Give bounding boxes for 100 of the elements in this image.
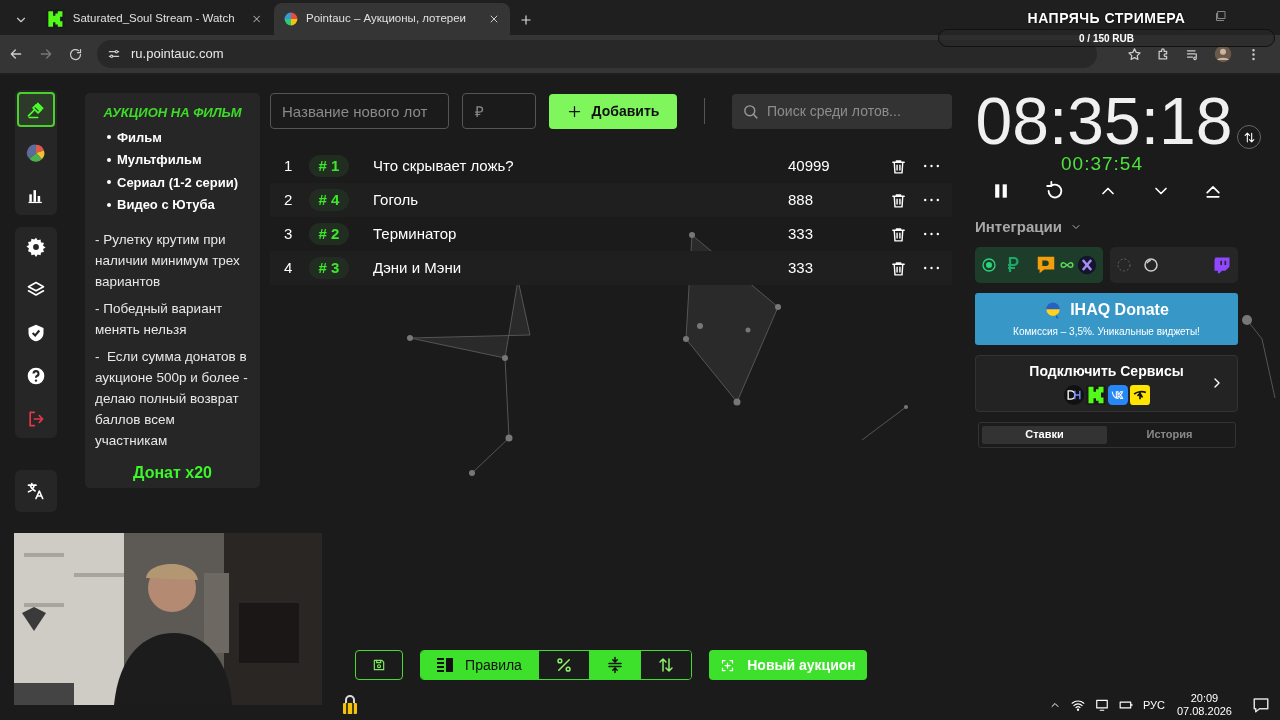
lot-position: 2	[283, 189, 294, 210]
trash-icon	[889, 259, 907, 277]
ruble-icon[interactable]	[1007, 257, 1019, 272]
more-button[interactable]	[921, 232, 941, 236]
radio-on-icon[interactable]	[981, 256, 997, 273]
lot-row[interactable]: 4 # 3 Дэни и Мэни 333	[270, 251, 952, 285]
lot-tag: # 2	[309, 223, 349, 245]
display-icon[interactable]	[1094, 698, 1109, 712]
more-button[interactable]	[921, 164, 941, 168]
lot-name: Что скрывает ложь?	[373, 155, 515, 176]
bird-logo-icon[interactable]	[1129, 385, 1150, 405]
elapsed-timer: 00:37:54	[1061, 154, 1143, 174]
browser-tab[interactable]: Pointauc – Аукционы, лотереи	[274, 3, 510, 35]
settings-icon[interactable]	[26, 236, 46, 257]
history-tab[interactable]: История	[1107, 425, 1232, 444]
translate-icon[interactable]	[26, 481, 46, 501]
percent-icon[interactable]	[555, 656, 573, 674]
clock-date: 07.08.2026	[1176, 705, 1232, 718]
vk-logo-icon[interactable]	[1107, 385, 1128, 405]
rules-list-item: Видео с Ютуба	[117, 196, 215, 214]
compress-icon[interactable]	[606, 656, 624, 674]
url-text: ru.pointauc.com	[131, 45, 224, 64]
language-indicator: РУС	[1142, 697, 1165, 713]
trash-icon	[889, 191, 907, 209]
lot-position: 3	[283, 223, 294, 244]
gavel-icon[interactable]	[26, 99, 46, 120]
lock-app-icon[interactable]	[342, 695, 358, 715]
more-icon	[923, 232, 939, 236]
sort-arrows-icon[interactable]	[657, 656, 675, 674]
lot-amount: 333	[788, 223, 815, 244]
restore-window-icon[interactable]	[1215, 10, 1227, 22]
main-timer: 08:35:18	[975, 88, 1233, 154]
rules-toggle-button[interactable]: Правила	[421, 651, 538, 679]
rules-title: АУКЦИОН НА ФИЛЬМ	[102, 104, 243, 122]
more-icon	[923, 164, 939, 168]
rules-list-item: Мультфильм	[117, 151, 202, 169]
wheel-icon	[284, 12, 298, 26]
lot-position: 1	[283, 155, 294, 176]
add-button[interactable]: Добавить	[549, 93, 677, 129]
shield-icon[interactable]	[26, 322, 46, 343]
lot-amount: 888	[788, 189, 815, 210]
pie-chart-icon[interactable]	[26, 142, 46, 163]
radio-off-icon[interactable]	[1116, 256, 1132, 273]
lot-amount: 40999	[788, 155, 831, 176]
connect-services-button[interactable]: Подключить Сервисы	[975, 354, 1238, 412]
amount-field[interactable]: ₽	[462, 93, 536, 129]
rules-paragraph: - Победный вариант менять нельзя	[95, 299, 224, 339]
lot-tag: # 1	[309, 155, 349, 177]
integration-group[interactable]	[1110, 246, 1238, 283]
rules-list-item: Фильм	[117, 128, 162, 147]
save-button[interactable]	[355, 650, 403, 680]
close-icon[interactable]	[250, 13, 262, 25]
more-button[interactable]	[921, 266, 941, 270]
lot-position: 4	[283, 257, 294, 278]
compress-toggle-button[interactable]	[589, 651, 640, 679]
browser-tab[interactable]: Saturated_Soul Stream - Watch	[36, 3, 272, 35]
rules-paragraph: - Если сумма донатов в аукционе 500р и более - делаю полный возврат баллов всем участникам	[95, 347, 249, 450]
lot-row[interactable]: 3 # 2 Терминатор 333	[270, 217, 952, 251]
rules-footer: Донат x20	[95, 460, 250, 485]
tab-title: Saturated_Soul Stream - Watch	[72, 11, 235, 27]
clock-time: 20:09	[1190, 692, 1219, 705]
more-icon	[923, 266, 939, 270]
kick-logo-icon[interactable]	[1085, 385, 1106, 405]
kick-logo-icon[interactable]	[46, 9, 65, 29]
lot-name: Терминатор	[373, 223, 458, 244]
site-info-icon[interactable]	[107, 47, 121, 61]
reload-icon[interactable]	[68, 46, 83, 62]
sidebar-button[interactable]	[17, 92, 55, 127]
lot-row[interactable]: 2 # 4 Гоголь 888	[270, 183, 952, 217]
notifications-icon[interactable]	[1252, 696, 1270, 714]
connect-services-label: Подключить Сервисы	[1029, 362, 1184, 381]
lot-name: Гоголь	[373, 189, 420, 210]
plus-icon	[566, 103, 582, 119]
search-field[interactable]: Поиск среди лотов...	[732, 93, 952, 129]
tab-title: Pointauc – Аукционы, лотереи	[306, 11, 466, 27]
dh-logo-icon[interactable]	[1063, 385, 1084, 405]
wifi-icon[interactable]	[1070, 698, 1085, 712]
back-icon[interactable]	[8, 46, 24, 62]
x-logo-icon[interactable]	[1077, 254, 1097, 275]
star-icon[interactable]	[1127, 46, 1142, 62]
help-icon[interactable]	[26, 365, 46, 386]
more-button[interactable]	[921, 198, 941, 202]
swap-arrows-icon[interactable]	[1242, 130, 1256, 144]
lot-amount: 333	[788, 257, 815, 278]
profile-avatar-icon[interactable]	[1214, 45, 1232, 63]
sort-toggle-button[interactable]	[640, 651, 691, 679]
swap-button[interactable]	[1237, 125, 1261, 149]
close-icon[interactable]	[488, 13, 500, 25]
promo-title: IHAQ Donate	[1070, 300, 1169, 320]
lot-name: Дэни и Мэни	[373, 257, 463, 278]
lot-row[interactable]: 1 # 1 Что скрывает ложь? 40999	[270, 149, 952, 183]
integration-group[interactable]	[975, 246, 1103, 283]
history-tab[interactable]: Ставки	[982, 425, 1107, 444]
new-tab-icon[interactable]	[519, 13, 533, 27]
battery-icon[interactable]	[1118, 698, 1133, 712]
forward-icon[interactable]	[38, 46, 54, 62]
lot-name-field[interactable]: Название нового лот	[270, 93, 449, 129]
trash-icon	[889, 225, 907, 243]
donate-logo-icon	[1044, 301, 1063, 319]
stream-goal-title: НАПРЯЧЬ СТРИМЕРА	[1027, 9, 1186, 28]
